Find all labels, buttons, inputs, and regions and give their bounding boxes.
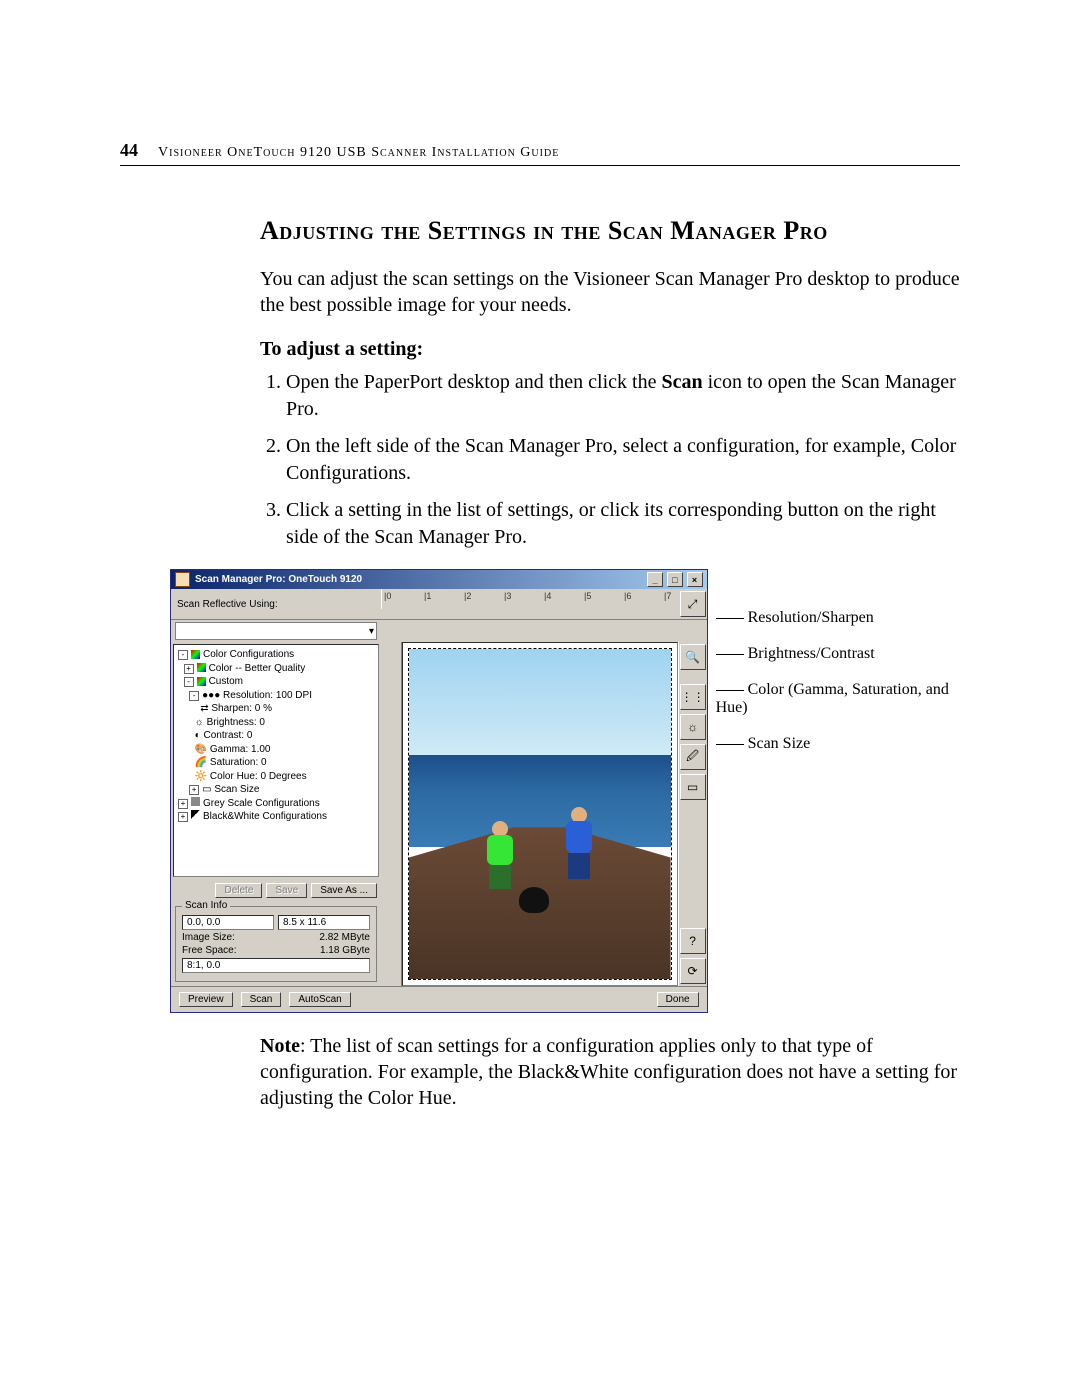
scan-info-legend: Scan Info (182, 900, 230, 911)
maximize-icon[interactable]: □ (667, 572, 683, 587)
callout-color: Color (Gamma, Saturation, and Hue) (716, 681, 960, 717)
callout-labels: Resolution/Sharpen Brightness/Contrast C… (716, 569, 960, 771)
scan-size-button[interactable]: ▭ (680, 774, 706, 800)
callout-brightness: Brightness/Contrast (716, 645, 960, 663)
tree-greyscale[interactable]: Grey Scale Configurations (203, 798, 320, 809)
help-icon[interactable]: ? (680, 928, 706, 954)
tree-custom[interactable]: Custom (209, 676, 243, 687)
page-number: 44 (120, 140, 138, 161)
tree-gamma[interactable]: Gamma: 1.00 (210, 744, 271, 755)
scan-info-group: Scan Info 0.0, 0.0 8.5 x 11.6 Image Size… (175, 906, 377, 982)
screenshot-figure: Scan Manager Pro: OneTouch 9120 _ □ × Sc… (170, 569, 960, 1013)
zoom-field: 8:1, 0.0 (182, 958, 370, 973)
save-button[interactable]: Save (266, 883, 307, 898)
manual-page: 44 Visioneer OneTouch 9120 USB Scanner I… (0, 0, 1080, 1191)
settings-tree[interactable]: -Color Configurations +Color -- Better Q… (173, 644, 379, 877)
scan-button[interactable]: Scan (241, 992, 282, 1007)
tree-brightness[interactable]: Brightness: 0 (207, 717, 265, 728)
refresh-icon[interactable]: ⟳ (680, 958, 706, 984)
tree-contrast[interactable]: Contrast: 0 (204, 730, 253, 741)
fit-icon[interactable]: ⤢ (680, 591, 706, 617)
step-3: Click a setting in the list of settings,… (286, 497, 960, 551)
configuration-toolbar: Scan Reflective Using: |0 |1 |2 |3 |4 |5… (171, 589, 707, 620)
preview-button[interactable]: Preview (179, 992, 233, 1007)
scan-using-label: Scan Reflective Using: (171, 595, 284, 614)
image-size-label: Image Size: (182, 932, 235, 943)
step-1: Open the PaperPort desktop and then clic… (286, 369, 960, 423)
free-space-label: Free Space: (182, 945, 236, 956)
step-2: On the left side of the Scan Manager Pro… (286, 433, 960, 487)
tree-resolution[interactable]: Resolution: 100 DPI (223, 690, 312, 701)
free-space-value: 1.18 GByte (320, 945, 370, 956)
tree-color-hue[interactable]: Color Hue: 0 Degrees (210, 771, 307, 782)
figure-child-green (487, 821, 527, 901)
dims-field: 8.5 x 11.6 (278, 915, 370, 930)
running-header: 44 Visioneer OneTouch 9120 USB Scanner I… (120, 140, 960, 166)
zoom-tool-icon[interactable]: 🔍 (680, 644, 706, 670)
tree-sharpen[interactable]: Sharpen: 0 % (211, 703, 272, 714)
note-paragraph: Note: The list of scan settings for a co… (260, 1033, 960, 1111)
intro-paragraph: You can adjust the scan settings on the … (260, 266, 960, 318)
tree-blackwhite[interactable]: Black&White Configurations (203, 811, 327, 822)
tree-color-better[interactable]: Color -- Better Quality (209, 663, 306, 674)
preview-image (408, 648, 672, 980)
procedure-list: Open the PaperPort desktop and then clic… (260, 369, 960, 551)
procedure-heading: To adjust a setting: (260, 338, 960, 361)
horizontal-ruler: |0 |1 |2 |3 |4 |5 |6 |7 |8 (381, 589, 679, 609)
tree-scan-size[interactable]: Scan Size (214, 784, 259, 795)
chevron-down-icon: ▾ (369, 626, 374, 637)
close-icon[interactable]: × (687, 572, 703, 587)
done-button[interactable]: Done (657, 992, 699, 1007)
color-button[interactable]: 🖉 (680, 744, 706, 770)
scan-using-dropdown[interactable]: ▾ (175, 622, 377, 640)
callout-resolution: Resolution/Sharpen (716, 609, 960, 627)
left-pane: -Color Configurations +Color -- Better Q… (171, 642, 381, 986)
delete-button[interactable]: Delete (215, 883, 262, 898)
scan-bold: Scan (661, 371, 702, 393)
figure-dog (519, 887, 549, 913)
save-as-button[interactable]: Save As ... (311, 883, 377, 898)
coords-field: 0.0, 0.0 (182, 915, 274, 930)
corner-btn: ⤢ (679, 589, 707, 619)
minimize-icon[interactable]: _ (647, 572, 663, 587)
tree-saturation[interactable]: Saturation: 0 (210, 757, 267, 768)
callout-scansize: Scan Size (716, 735, 960, 753)
section-title: Adjusting the Settings in the Scan Manag… (260, 216, 960, 246)
autoscan-button[interactable]: AutoScan (289, 992, 350, 1007)
titlebar: Scan Manager Pro: OneTouch 9120 _ □ × (171, 570, 707, 589)
header-title: Visioneer OneTouch 9120 USB Scanner Inst… (158, 145, 559, 161)
image-size-value: 2.82 MByte (319, 932, 370, 943)
tree-color-configs[interactable]: Color Configurations (203, 649, 294, 660)
figure-child-blue (566, 807, 606, 897)
resolution-sharpen-button[interactable]: ⋮⋮ (680, 684, 706, 710)
preview-pane[interactable] (402, 642, 678, 986)
vertical-ruler (381, 642, 402, 986)
right-toolbar: 🔍 ⋮⋮ ☼ 🖉 ▭ ? ⟳ (678, 642, 707, 986)
window-title: Scan Manager Pro: OneTouch 9120 (195, 574, 362, 585)
app-icon (175, 572, 190, 587)
bottom-bar: Preview Scan AutoScan Done (171, 986, 707, 1012)
brightness-contrast-button[interactable]: ☼ (680, 714, 706, 740)
note-label: Note (260, 1035, 300, 1057)
scan-manager-window: Scan Manager Pro: OneTouch 9120 _ □ × Sc… (170, 569, 708, 1013)
